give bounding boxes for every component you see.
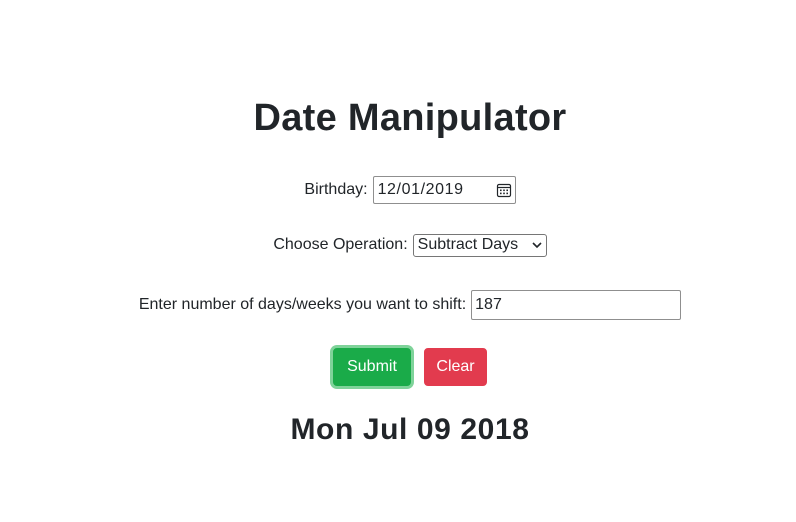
birthday-label: Birthday: [304, 181, 368, 198]
result-date: Mon Jul 09 2018 [290, 413, 530, 446]
shift-row: Enter number of days/weeks you want to s… [0, 289, 796, 321]
birthday-value: 12/01/2019 [377, 181, 464, 198]
birthday-date-input[interactable]: 12/01/2019 [372, 176, 516, 204]
operation-select[interactable]: Subtract Days [412, 233, 547, 257]
operation-selected-value: Subtract Days [417, 236, 519, 253]
date-manipulator-page: Date Manipulator Birthday: 12/01/2019 Ch… [0, 0, 796, 522]
button-row: Submit Clear [0, 347, 796, 387]
shift-value: 187 [475, 296, 502, 313]
birthday-row: Birthday: 12/01/2019 [0, 175, 796, 205]
submit-button[interactable]: Submit [333, 348, 411, 386]
chevron-down-icon [532, 242, 542, 249]
calendar-icon[interactable] [496, 182, 512, 198]
page-title: Date Manipulator [253, 97, 567, 139]
shift-label: Enter number of days/weeks you want to s… [138, 296, 467, 313]
shift-days-input[interactable]: 187 [471, 290, 682, 320]
clear-button[interactable]: Clear [424, 348, 487, 386]
operation-row: Choose Operation: Subtract Days [0, 232, 796, 258]
operation-label: Choose Operation: [273, 236, 408, 253]
